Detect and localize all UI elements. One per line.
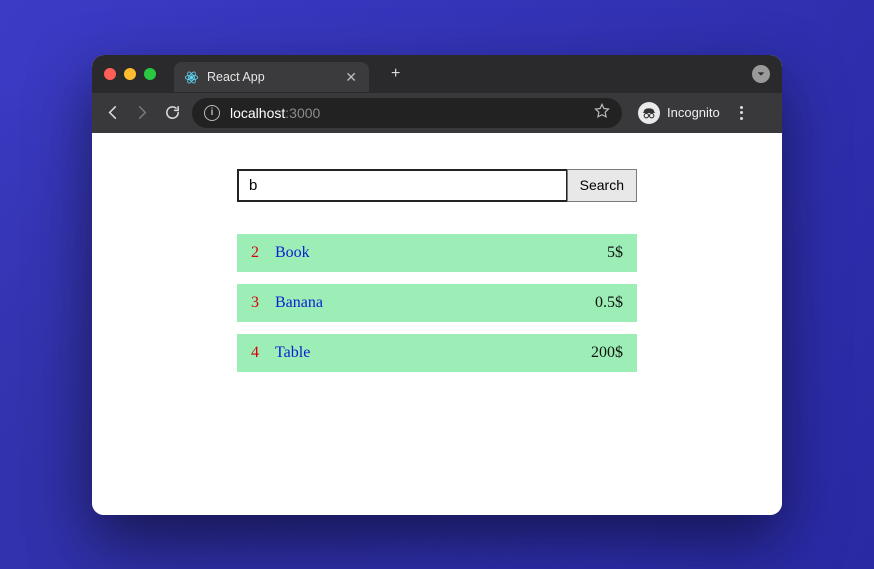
minimize-window-button[interactable] — [124, 68, 136, 80]
browser-tab[interactable]: React App ✕ — [174, 62, 369, 92]
incognito-icon — [638, 102, 660, 124]
toolbar: i localhost:3000 Incognito — [92, 93, 782, 133]
list-item: 2 Book 5$ — [237, 234, 637, 272]
tabs-menu-button[interactable] — [752, 65, 770, 83]
item-price: 5$ — [607, 244, 623, 262]
reload-button[interactable] — [162, 103, 182, 123]
item-price: 0.5$ — [595, 294, 623, 312]
browser-window: React App ✕ + i localhost:3000 — [92, 55, 782, 515]
list-item: 4 Table 200$ — [237, 334, 637, 372]
new-tab-button[interactable]: + — [383, 65, 408, 83]
forward-button[interactable] — [132, 103, 152, 123]
url-port: :3000 — [285, 105, 320, 121]
react-icon — [184, 70, 199, 85]
back-button[interactable] — [102, 103, 122, 123]
bookmark-star-icon[interactable] — [594, 103, 610, 122]
maximize-window-button[interactable] — [144, 68, 156, 80]
page-content: Search 2 Book 5$ 3 Banana 0.5$ 4 Table 2… — [92, 133, 782, 515]
site-info-icon[interactable]: i — [204, 105, 220, 121]
item-id: 3 — [251, 294, 275, 312]
close-tab-button[interactable]: ✕ — [343, 69, 359, 86]
tab-title: React App — [207, 70, 335, 84]
incognito-label: Incognito — [667, 105, 720, 120]
item-name: Book — [275, 244, 607, 262]
browser-menu-button[interactable] — [736, 106, 747, 120]
item-id: 2 — [251, 244, 275, 262]
item-id: 4 — [251, 344, 275, 362]
url-host: localhost — [230, 105, 285, 121]
item-name: Banana — [275, 294, 595, 312]
item-name: Table — [275, 344, 591, 362]
list-item: 3 Banana 0.5$ — [237, 284, 637, 322]
incognito-indicator[interactable]: Incognito — [632, 102, 726, 124]
close-window-button[interactable] — [104, 68, 116, 80]
address-bar[interactable]: i localhost:3000 — [192, 98, 622, 128]
search-input[interactable] — [237, 169, 568, 202]
traffic-lights — [104, 68, 156, 80]
item-price: 200$ — [591, 344, 623, 362]
search-button[interactable]: Search — [567, 169, 637, 202]
search-row: Search — [237, 169, 637, 202]
titlebar: React App ✕ + — [92, 55, 782, 93]
results-list: 2 Book 5$ 3 Banana 0.5$ 4 Table 200$ — [237, 234, 637, 372]
url-text: localhost:3000 — [230, 105, 320, 121]
